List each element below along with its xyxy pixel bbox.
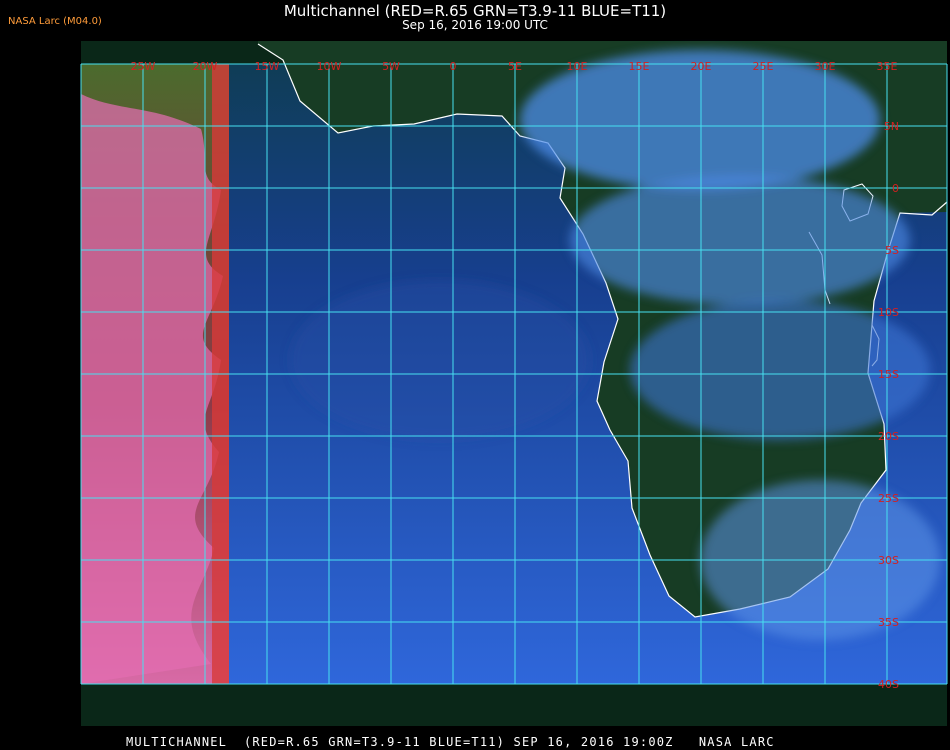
latitude-label: 5N: [884, 120, 899, 133]
latitude-label: 20S: [878, 430, 899, 443]
latitude-label: 15S: [878, 368, 899, 381]
cloud-band-east-2: [570, 175, 910, 305]
latitude-label: 35S: [878, 616, 899, 629]
longitude-label: 15E: [629, 60, 650, 73]
longitude-label: 5W: [382, 60, 400, 73]
longitude-label: 10E: [567, 60, 588, 73]
latitude-label: 25S: [878, 492, 899, 505]
longitude-label: 20W: [193, 60, 218, 73]
longitude-label: 5E: [508, 60, 522, 73]
longitude-label: 10W: [317, 60, 342, 73]
longitude-label: 15W: [255, 60, 280, 73]
latitude-label: 5S: [885, 244, 899, 257]
satellite-map: 25W 20W 15W 10W 5W 0 5E 10E 15E 20E 25E 30E 35E 5N 0 5S…: [80, 41, 948, 726]
longitude-label: 25W: [131, 60, 156, 73]
cloud-band-central: [290, 280, 590, 440]
longitude-label: 35E: [877, 60, 898, 73]
latitude-label: 30S: [878, 554, 899, 567]
longitude-label: 0: [450, 60, 457, 73]
longitude-label: 20E: [691, 60, 712, 73]
longitude-label: 25E: [753, 60, 774, 73]
latitude-label: 10S: [878, 306, 899, 319]
latitude-label: 40S: [878, 678, 899, 691]
latitude-label: 0: [892, 182, 899, 195]
longitude-label: 30E: [815, 60, 836, 73]
bottom-caption: MULTICHANNEL (RED=R.65 GRN=T3.9-11 BLUE=…: [126, 735, 775, 749]
